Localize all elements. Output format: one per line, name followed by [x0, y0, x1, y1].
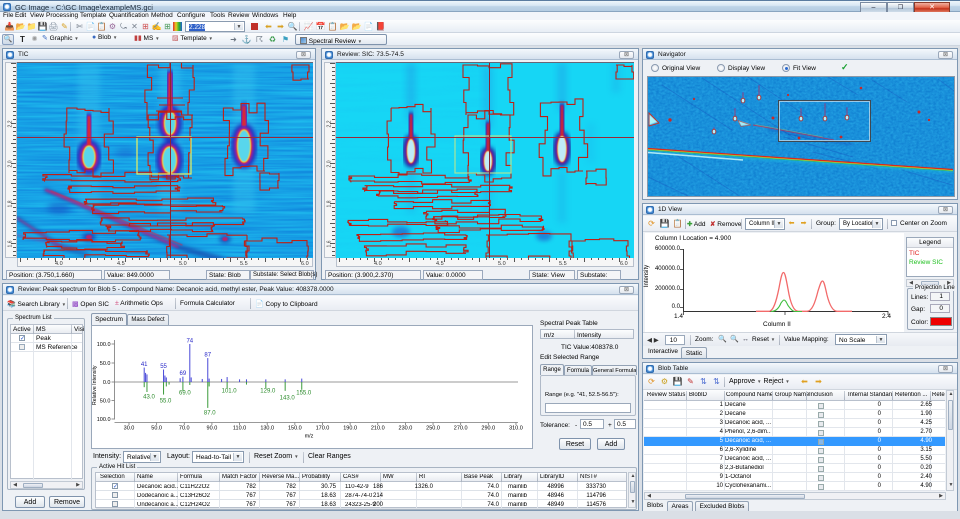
svg-text:143.0: 143.0 [280, 396, 296, 402]
svg-text:110.0: 110.0 [233, 426, 246, 432]
svg-text:87.0: 87.0 [204, 411, 216, 417]
svg-text:m/z: m/z [305, 434, 314, 440]
svg-text:100.0: 100.0 [97, 342, 111, 348]
svg-text:50.0: 50.0 [100, 399, 111, 405]
svg-text:130.0: 130.0 [260, 426, 274, 432]
svg-text:50.0: 50.0 [151, 426, 162, 432]
svg-text:290.0: 290.0 [481, 426, 495, 432]
svg-text:310.0: 310.0 [509, 426, 523, 432]
svg-text:50.0: 50.0 [100, 361, 111, 367]
svg-text:210.0: 210.0 [371, 426, 385, 432]
svg-text:0.0: 0.0 [103, 380, 111, 386]
svg-text:87: 87 [204, 353, 211, 359]
svg-text:41: 41 [141, 362, 148, 368]
svg-text:129.0: 129.0 [260, 389, 276, 395]
svg-text:150.0: 150.0 [288, 426, 302, 432]
svg-text:55: 55 [160, 364, 167, 370]
svg-text:270.0: 270.0 [454, 426, 468, 432]
svg-text:155.0: 155.0 [296, 391, 312, 397]
svg-text:101.0: 101.0 [222, 389, 238, 395]
svg-text:30.0: 30.0 [124, 426, 135, 432]
svg-text:55.0: 55.0 [160, 399, 172, 405]
svg-text:250.0: 250.0 [426, 426, 440, 432]
svg-text:100.0: 100.0 [97, 417, 111, 423]
svg-text:Relative Intensity: Relative Intensity [92, 365, 98, 405]
svg-text:90.0: 90.0 [207, 426, 218, 432]
svg-text:69: 69 [180, 371, 187, 377]
svg-text:70.0: 70.0 [179, 426, 190, 432]
svg-text:230.0: 230.0 [399, 426, 413, 432]
svg-text:43.0: 43.0 [143, 395, 155, 401]
svg-text:74: 74 [186, 339, 193, 345]
svg-text:69.0: 69.0 [179, 391, 191, 397]
svg-text:190.0: 190.0 [343, 426, 357, 432]
svg-text:170.0: 170.0 [316, 426, 330, 432]
